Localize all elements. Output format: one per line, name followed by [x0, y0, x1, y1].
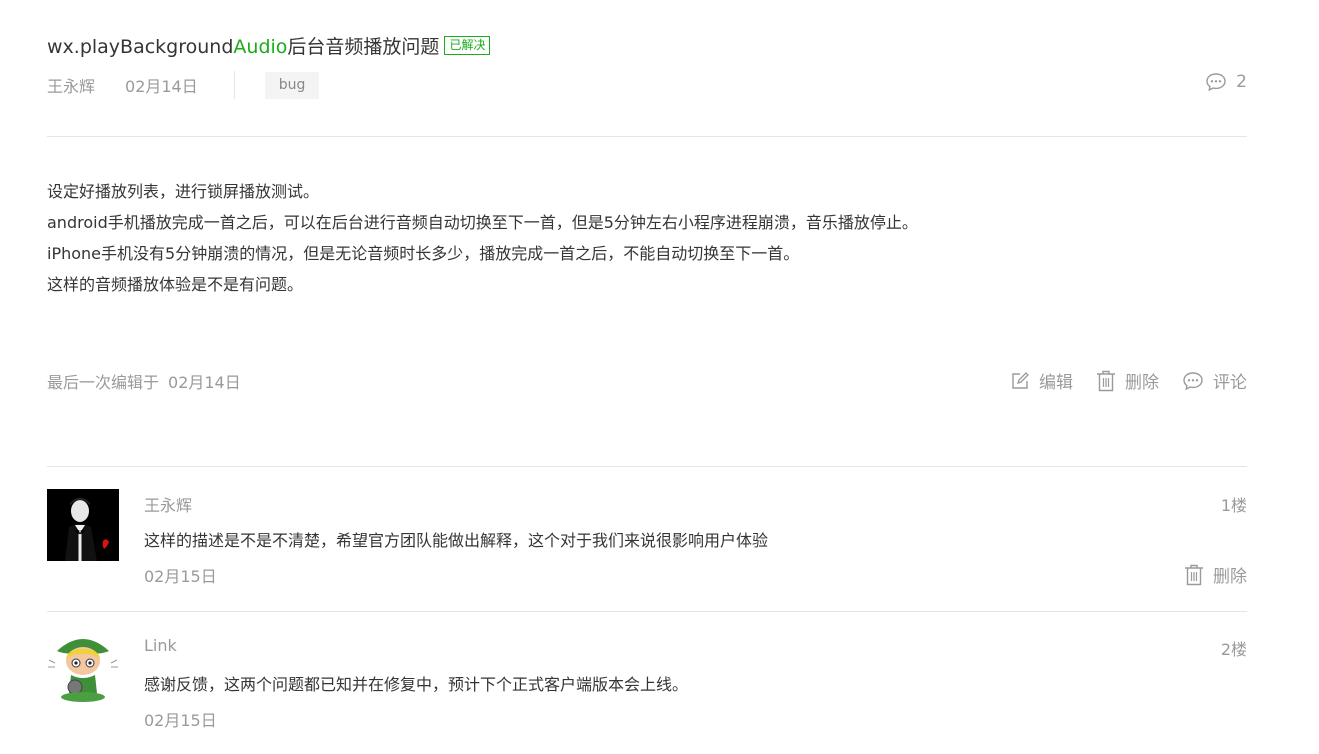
post-title: wx.playBackgroundAudio后台音频播放问题 [47, 32, 439, 59]
post-actions: 编辑 删除 评论 [987, 368, 1247, 393]
comment-bubble-icon [1183, 371, 1203, 390]
trash-icon [1097, 370, 1115, 391]
post-body: 设定好播放列表，进行锁屏播放测试。 android手机播放完成一首之后，可以在后… [47, 176, 918, 300]
edit-label: 编辑 [1039, 373, 1073, 393]
divider [47, 611, 1247, 612]
post-date: 02月14日 [125, 77, 198, 96]
reply-floor: 1楼 [1220, 496, 1247, 515]
body-paragraph: 设定好播放列表，进行锁屏播放测试。 [47, 182, 320, 201]
delete-button[interactable]: 删除 [1096, 368, 1159, 393]
body-paragraph: android手机播放完成一首之后，可以在后台进行音频自动切换至下一首，但是5分… [47, 213, 918, 232]
body-paragraph: 这样的音频播放体验是不是有问题。 [47, 275, 304, 294]
post-meta: 王永辉 02月14日 bug 2 [47, 71, 1247, 99]
reply-text: 感谢反馈，这两个问题都已知并在修复中，预计下个正式客户端版本会上线。 [144, 675, 689, 694]
reply-item: 王永辉 1楼 这样的描述是不是不清楚，希望官方团队能做出解释，这个对于我们来说很… [47, 489, 1247, 589]
comment-bubble-icon [1206, 73, 1226, 92]
edit-button[interactable]: 编辑 [1010, 368, 1073, 393]
divider [47, 136, 1247, 137]
title-prefix: wx.playBackground [47, 36, 234, 58]
post-footer: 最后一次编辑于 02月14日 编辑 删除 评论 [47, 368, 1247, 394]
title-suffix: 后台音频播放问题 [287, 36, 440, 58]
comment-button[interactable]: 评论 [1182, 368, 1247, 393]
reply-item: Link 2楼 感谢反馈，这两个问题都已知并在修复中，预计下个正式客户端版本会上… [47, 633, 1247, 743]
post-title-row: wx.playBackgroundAudio后台音频播放问题 已解决 [47, 32, 491, 59]
reply-date: 02月15日 [144, 567, 217, 586]
post-container: wx.playBackgroundAudio后台音频播放问题 已解决 王永辉 0… [47, 0, 1247, 754]
comment-label: 评论 [1213, 373, 1247, 393]
edit-icon [1012, 371, 1029, 389]
title-highlight: Audio [233, 36, 288, 58]
reply-text: 这样的描述是不是不清楚，希望官方团队能做出解释，这个对于我们来说很影响用户体验 [144, 531, 769, 550]
octocat-link-avatar-icon [47, 633, 119, 705]
meta-separator [233, 71, 235, 99]
reply-date: 02月15日 [144, 711, 217, 730]
delete-label: 删除 [1125, 373, 1159, 393]
trash-icon [1185, 564, 1203, 585]
last-edit-label: 最后一次编辑于 [47, 373, 160, 392]
last-edit-date: 02月14日 [168, 373, 241, 392]
tag-bug[interactable]: bug [264, 71, 320, 99]
reply-delete-label: 删除 [1213, 567, 1247, 587]
avatar[interactable] [47, 633, 119, 705]
avatar[interactable] [47, 489, 119, 561]
reply-author[interactable]: 王永辉 [144, 492, 192, 516]
man-in-tuxedo-avatar-icon [47, 489, 119, 561]
body-paragraph: iPhone手机没有5分钟崩溃的情况，但是无论音频时长多少，播放完成一首之后，不… [47, 244, 800, 263]
reply-delete-button[interactable]: 删除 [1184, 562, 1247, 587]
reply-floor: 2楼 [1220, 640, 1247, 659]
comment-count-value: 2 [1236, 72, 1247, 92]
post-author-link[interactable]: 王永辉 [47, 73, 95, 97]
status-badge: 已解决 [444, 36, 491, 55]
reply-author[interactable]: Link [144, 636, 177, 655]
divider [47, 466, 1247, 467]
comment-count[interactable]: 2 [1205, 72, 1247, 92]
